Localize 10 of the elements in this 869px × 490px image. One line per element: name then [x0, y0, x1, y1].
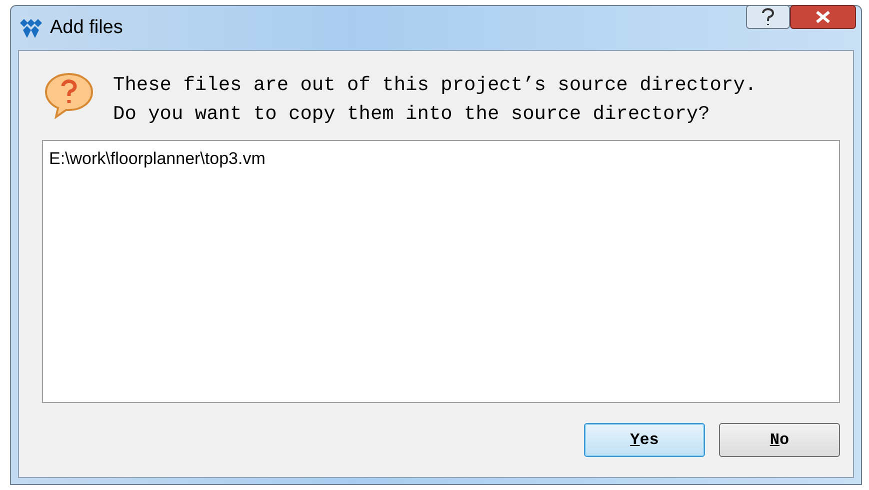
dialog-button[interactable]: No [719, 423, 840, 457]
logo-icon [18, 17, 44, 39]
close-button[interactable] [790, 5, 856, 29]
dialog-button[interactable]: Yes [584, 423, 705, 457]
help-button[interactable] [746, 5, 790, 29]
window-title: Add files [50, 17, 123, 39]
file-path[interactable]: E:\work\floorplanner\top3.vm [49, 149, 266, 169]
question-icon [43, 71, 95, 119]
message-text: These files are out of this project’s source directory. [113, 73, 757, 98]
message-text: Do you want to copy them into the source directory? [113, 102, 711, 127]
